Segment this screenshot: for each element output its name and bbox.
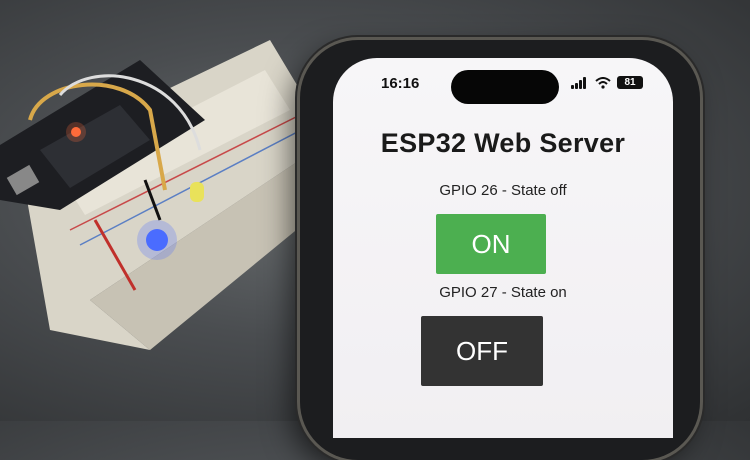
yellow-led [190, 182, 204, 202]
status-time: 16:16 [381, 75, 420, 92]
signal-icon [571, 76, 589, 89]
gpio26-state-label: GPIO 26 - State off [439, 182, 567, 199]
phone-screen: 16:16 81 ESP32 Web Server GPIO 26 - Stat… [333, 58, 673, 438]
gpio27-state-label: GPIO 27 - State on [439, 284, 567, 301]
battery-icon: 81 [617, 76, 643, 89]
gpio26-on-button[interactable]: ON [436, 214, 546, 274]
gpio27-off-button[interactable]: OFF [421, 316, 543, 386]
status-icons: 81 [571, 76, 643, 89]
wifi-icon [595, 76, 611, 89]
dynamic-island [451, 70, 559, 104]
page-title: ESP32 Web Server [380, 128, 626, 158]
